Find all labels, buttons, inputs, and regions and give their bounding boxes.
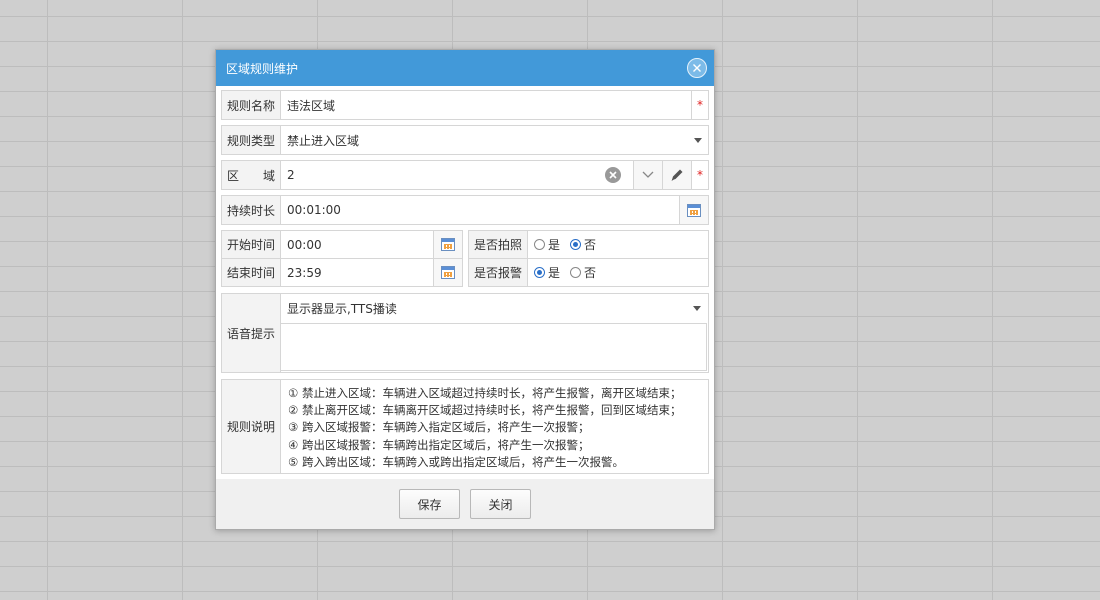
duration-row: 持续时长 00:01:00 bbox=[221, 195, 709, 225]
photo-radio-group: 是 否 bbox=[528, 231, 708, 258]
voice-text-area[interactable] bbox=[281, 324, 707, 371]
dialog-footer: 保存 关闭 bbox=[216, 479, 714, 529]
dropdown-caret-icon[interactable] bbox=[694, 138, 702, 143]
photo-option-no[interactable]: 否 bbox=[570, 236, 596, 253]
description-line: ③ 跨入区域报警：车辆跨入指定区域后，将产生一次报警； bbox=[288, 420, 590, 435]
voice-area: 显示器显示,TTS播读 bbox=[281, 294, 708, 372]
radio-label: 是 bbox=[548, 266, 561, 280]
description-line: ① 禁止进入区域：车辆进入区域超过持续时长，将产生报警，离开区域结束； bbox=[288, 386, 682, 400]
voice-mode-value: 显示器显示,TTS播读 bbox=[287, 302, 397, 316]
radio-label: 是 bbox=[548, 238, 561, 252]
alarm-option-yes[interactable]: 是 bbox=[534, 264, 560, 281]
calendar-icon bbox=[441, 238, 455, 251]
region-label: 区 域 bbox=[222, 161, 281, 189]
description-text: ① 禁止进入区域：车辆进入区域超过持续时长，将产生报警，离开区域结束； ② 禁止… bbox=[281, 380, 681, 473]
region-value: 2 bbox=[287, 168, 295, 182]
region-edit-button[interactable] bbox=[662, 161, 691, 189]
voice-mode-select[interactable]: 显示器显示,TTS播读 bbox=[281, 294, 707, 324]
radio-label: 否 bbox=[584, 238, 597, 252]
alarm-option-no[interactable]: 否 bbox=[570, 264, 596, 281]
save-button[interactable]: 保存 bbox=[399, 489, 460, 519]
rule-name-label: 规则名称 bbox=[222, 91, 281, 119]
radio-label: 否 bbox=[584, 266, 597, 280]
description-line: ④ 跨出区域报警：车辆跨出指定区域后，将产生一次报警； bbox=[288, 437, 590, 452]
description-line: ⑤ 跨入跨出区域：车辆跨入或跨出指定区域后，将产生一次报警。 bbox=[288, 454, 624, 469]
rule-name-row: 规则名称 违法区域 * bbox=[221, 90, 709, 120]
description-row: 规则说明 ① 禁止进入区域：车辆进入区域超过持续时长，将产生报警，离开区域结束；… bbox=[221, 379, 709, 474]
dropdown-caret-icon[interactable] bbox=[693, 306, 701, 311]
voice-row: 语音提示 显示器显示,TTS播读 bbox=[221, 293, 709, 373]
photo-row: 是否拍照 是 否 bbox=[468, 230, 709, 259]
alarm-row: 是否报警 是 否 bbox=[468, 258, 709, 287]
alarm-radio-group: 是 否 bbox=[528, 259, 708, 286]
radio-button[interactable] bbox=[570, 267, 582, 278]
duration-label: 持续时长 bbox=[222, 196, 281, 224]
start-time-row: 开始时间 00:00 bbox=[221, 230, 463, 259]
required-marker: * bbox=[691, 91, 708, 119]
end-time-label: 结束时间 bbox=[222, 259, 281, 286]
end-time-row: 结束时间 23:59 bbox=[221, 258, 463, 287]
duration-input[interactable]: 00:01:00 bbox=[281, 196, 679, 224]
region-dropdown-button[interactable] bbox=[633, 161, 662, 189]
chevron-down-icon bbox=[642, 171, 654, 178]
required-marker: * bbox=[691, 161, 708, 189]
description-line: ② 禁止离开区域：车辆离开区域超过持续时长，将产生报警，回到区域结束； bbox=[288, 403, 682, 418]
calendar-icon bbox=[687, 203, 701, 217]
close-button[interactable]: 关闭 bbox=[470, 489, 531, 519]
rule-type-row: 规则类型 禁止进入区域 bbox=[221, 125, 709, 155]
radio-button-selected[interactable] bbox=[534, 267, 545, 278]
start-time-picker-button[interactable] bbox=[433, 231, 462, 258]
end-time-input[interactable]: 23:59 bbox=[281, 259, 433, 286]
description-label: 规则说明 bbox=[222, 380, 281, 473]
alarm-label: 是否报警 bbox=[469, 259, 528, 286]
end-time-picker-button[interactable] bbox=[433, 259, 462, 286]
region-input[interactable]: 2 bbox=[281, 161, 633, 189]
rule-type-value: 禁止进入区域 bbox=[287, 133, 360, 148]
rule-name-input[interactable]: 违法区域 bbox=[281, 91, 691, 119]
radio-button-selected[interactable] bbox=[570, 239, 582, 250]
start-time-label: 开始时间 bbox=[222, 231, 281, 258]
start-time-input[interactable]: 00:00 bbox=[281, 231, 433, 258]
dialog-titlebar[interactable]: 区域规则维护 bbox=[216, 50, 714, 86]
rule-type-select[interactable]: 禁止进入区域 bbox=[281, 126, 708, 154]
photo-label: 是否拍照 bbox=[469, 231, 528, 258]
voice-label: 语音提示 bbox=[222, 294, 281, 372]
clear-icon[interactable] bbox=[605, 167, 621, 183]
calendar-icon bbox=[441, 266, 455, 279]
rule-type-label: 规则类型 bbox=[222, 126, 281, 154]
radio-button[interactable] bbox=[534, 239, 545, 250]
photo-option-yes[interactable]: 是 bbox=[534, 236, 560, 253]
close-icon[interactable] bbox=[687, 58, 707, 78]
duration-picker-button[interactable] bbox=[679, 196, 708, 224]
dialog-title: 区域规则维护 bbox=[226, 61, 299, 76]
dialog-body: 规则名称 违法区域 * 规则类型 禁止进入区域 区 域 2 * 持续时长 00:… bbox=[216, 86, 714, 479]
pencil-icon bbox=[671, 169, 683, 181]
region-row: 区 域 2 * bbox=[221, 160, 709, 190]
region-rule-dialog: 区域规则维护 规则名称 违法区域 * 规则类型 禁止进入区域 区 域 2 * 持… bbox=[215, 49, 715, 530]
